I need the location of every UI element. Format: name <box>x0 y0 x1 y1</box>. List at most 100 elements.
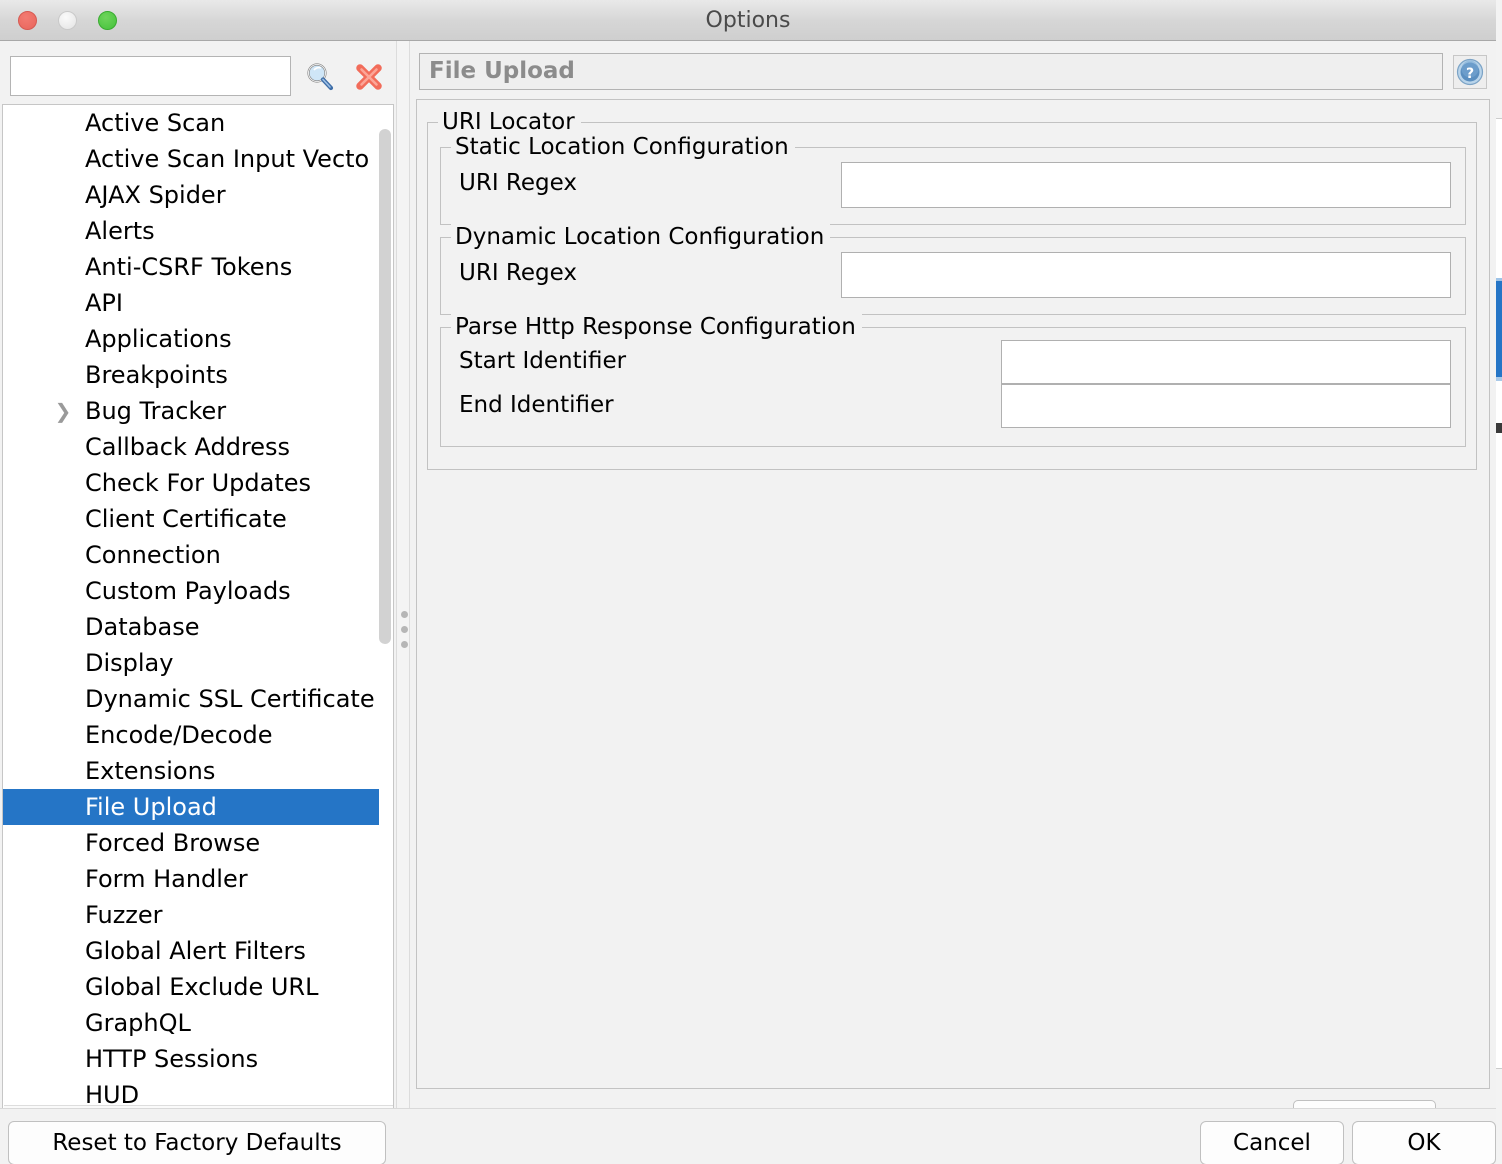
tree-vertical-scrollbar[interactable] <box>379 107 391 1107</box>
sidebar-item-ajax-spider[interactable]: AJAX Spider <box>3 177 383 213</box>
splitter-dot <box>401 626 408 633</box>
sidebar-item-label: Global Alert Filters <box>85 937 306 965</box>
sidebar-item-label: Global Exclude URL <box>85 973 318 1001</box>
tree-vertical-scroll-thumb[interactable] <box>379 129 391 644</box>
sidebar-item-label: AJAX Spider <box>85 181 226 209</box>
sidebar-item-label: GraphQL <box>85 1009 191 1037</box>
options-sidebar: Active Scan Active Scan Input Vecto AJAX S… <box>0 41 396 1108</box>
group-dynamic-location: Dynamic Location Configuration URI Regex <box>440 237 1466 315</box>
sidebar-item-applications[interactable]: Applications <box>3 321 383 357</box>
sidebar-item-label: Database <box>85 613 200 641</box>
cancel-button[interactable]: Cancel <box>1200 1121 1344 1164</box>
panel-splitter[interactable] <box>396 41 410 1108</box>
splitter-dot <box>401 641 408 648</box>
sidebar-item-active-scan-input-vecto[interactable]: Active Scan Input Vecto <box>3 141 383 177</box>
options-detail-panel: File Upload ? URI Locator Static Locatio… <box>410 41 1496 1108</box>
sidebar-item-label: API <box>85 289 123 317</box>
svg-text:?: ? <box>1466 66 1474 82</box>
sidebar-item-alerts[interactable]: Alerts <box>3 213 383 249</box>
group-uri-locator: URI Locator Static Location Configuratio… <box>427 122 1477 470</box>
sidebar-item-label: HUD <box>85 1081 139 1105</box>
sidebar-item-global-alert-filters[interactable]: Global Alert Filters <box>3 933 383 969</box>
sidebar-item-global-exclude-url[interactable]: Global Exclude URL <box>3 969 383 1005</box>
static-uri-regex-label: URI Regex <box>459 170 577 196</box>
sidebar-item-extensions[interactable]: Extensions <box>3 753 383 789</box>
sidebar-item-breakpoints[interactable]: Breakpoints <box>3 357 383 393</box>
group-parse-http-response: Parse Http Response Configuration Start … <box>440 327 1466 447</box>
reset-to-factory-defaults-button[interactable]: Reset to Factory Defaults <box>8 1121 386 1164</box>
group-static-location-legend: Static Location Configuration <box>451 134 795 160</box>
search-icon[interactable] <box>303 60 337 94</box>
end-identifier-label: End Identifier <box>459 392 614 418</box>
sidebar-item-label: Display <box>85 649 173 677</box>
sidebar-item-api[interactable]: API <box>3 285 383 321</box>
ok-button[interactable]: OK <box>1352 1121 1496 1164</box>
group-static-location: Static Location Configuration URI Regex <box>440 147 1466 225</box>
end-identifier-input-wrapper[interactable] <box>1001 384 1451 428</box>
sidebar-item-label: Custom Payloads <box>85 577 291 605</box>
dynamic-uri-regex-input-wrapper[interactable] <box>841 252 1451 298</box>
group-dynamic-location-legend: Dynamic Location Configuration <box>451 224 830 250</box>
group-uri-locator-legend: URI Locator <box>438 109 581 135</box>
sidebar-item-form-handler[interactable]: Form Handler <box>3 861 383 897</box>
search-input[interactable] <box>11 57 290 95</box>
options-tree-wrapper: Active Scan Active Scan Input Vecto AJAX S… <box>2 104 394 1132</box>
dialog-footer: Reset to Factory Defaults Cancel OK <box>0 1108 1496 1164</box>
sidebar-item-label: HTTP Sessions <box>85 1045 258 1073</box>
sidebar-item-label: Active Scan Input Vecto <box>85 145 369 173</box>
sidebar-item-active-scan[interactable]: Active Scan <box>3 105 383 141</box>
sidebar-item-http-sessions[interactable]: HTTP Sessions <box>3 1041 383 1077</box>
sidebar-item-label: File Upload <box>85 793 217 821</box>
sidebar-item-label: Check For Updates <box>85 469 311 497</box>
options-dialog: Options <box>0 0 1502 1164</box>
sidebar-item-label: Form Handler <box>85 865 248 893</box>
page-title: File Upload <box>429 58 575 84</box>
panel-content: URI Locator Static Location Configuratio… <box>416 99 1490 1089</box>
splitter-dot <box>401 611 408 618</box>
sidebar-item-label: Applications <box>85 325 232 353</box>
sidebar-item-label: Extensions <box>85 757 215 785</box>
dynamic-uri-regex-input[interactable] <box>842 253 1450 297</box>
sidebar-item-label: Anti-CSRF Tokens <box>85 253 292 281</box>
sidebar-item-dynamic-ssl-certificate[interactable]: Dynamic SSL Certificate <box>3 681 383 717</box>
sidebar-item-file-upload[interactable]: File Upload <box>3 789 383 825</box>
dynamic-uri-regex-label: URI Regex <box>459 260 577 286</box>
sidebar-item-callback-address[interactable]: Callback Address <box>3 429 383 465</box>
sidebar-item-check-for-updates[interactable]: Check For Updates <box>3 465 383 501</box>
sidebar-item-label: Encode/Decode <box>85 721 272 749</box>
sidebar-item-client-certificate[interactable]: Client Certificate <box>3 501 383 537</box>
sidebar-item-label: Dynamic SSL Certificate <box>85 685 375 713</box>
sidebar-item-label: Client Certificate <box>85 505 287 533</box>
sidebar-item-custom-payloads[interactable]: Custom Payloads <box>3 573 383 609</box>
static-uri-regex-input-wrapper[interactable] <box>841 162 1451 208</box>
sidebar-item-connection[interactable]: Connection <box>3 537 383 573</box>
sidebar-item-bug-tracker[interactable]: ❯ Bug Tracker <box>3 393 383 429</box>
sidebar-item-label: Active Scan <box>85 109 225 137</box>
sidebar-item-anti-csrf-tokens[interactable]: Anti-CSRF Tokens <box>3 249 383 285</box>
sidebar-item-forced-browse[interactable]: Forced Browse <box>3 825 383 861</box>
clear-icon[interactable] <box>352 60 386 94</box>
panel-header: File Upload <box>419 53 1443 90</box>
sidebar-item-fuzzer[interactable]: Fuzzer <box>3 897 383 933</box>
sidebar-item-label: Connection <box>85 541 221 569</box>
options-tree[interactable]: Active Scan Active Scan Input Vecto AJAX S… <box>3 105 383 1105</box>
sidebar-item-encode-decode[interactable]: Encode/Decode <box>3 717 383 753</box>
sidebar-item-label: Bug Tracker <box>85 397 226 425</box>
group-parse-http-response-legend: Parse Http Response Configuration <box>451 314 862 340</box>
sidebar-item-label: Alerts <box>85 217 155 245</box>
window-titlebar: Options <box>0 0 1496 41</box>
search-input-wrapper[interactable] <box>10 56 291 96</box>
start-identifier-input-wrapper[interactable] <box>1001 340 1451 384</box>
help-icon[interactable]: ? <box>1453 55 1487 89</box>
sidebar-item-database[interactable]: Database <box>3 609 383 645</box>
end-identifier-input[interactable] <box>1002 385 1450 427</box>
sidebar-item-display[interactable]: Display <box>3 645 383 681</box>
sidebar-item-graphql[interactable]: GraphQL <box>3 1005 383 1041</box>
chevron-right-icon[interactable]: ❯ <box>53 393 73 429</box>
static-uri-regex-input[interactable] <box>842 163 1450 207</box>
sidebar-item-label: Callback Address <box>85 433 290 461</box>
sidebar-item-label: Forced Browse <box>85 829 260 857</box>
start-identifier-input[interactable] <box>1002 341 1450 383</box>
sidebar-item-hud[interactable]: HUD <box>3 1077 383 1105</box>
window-title: Options <box>0 8 1496 33</box>
